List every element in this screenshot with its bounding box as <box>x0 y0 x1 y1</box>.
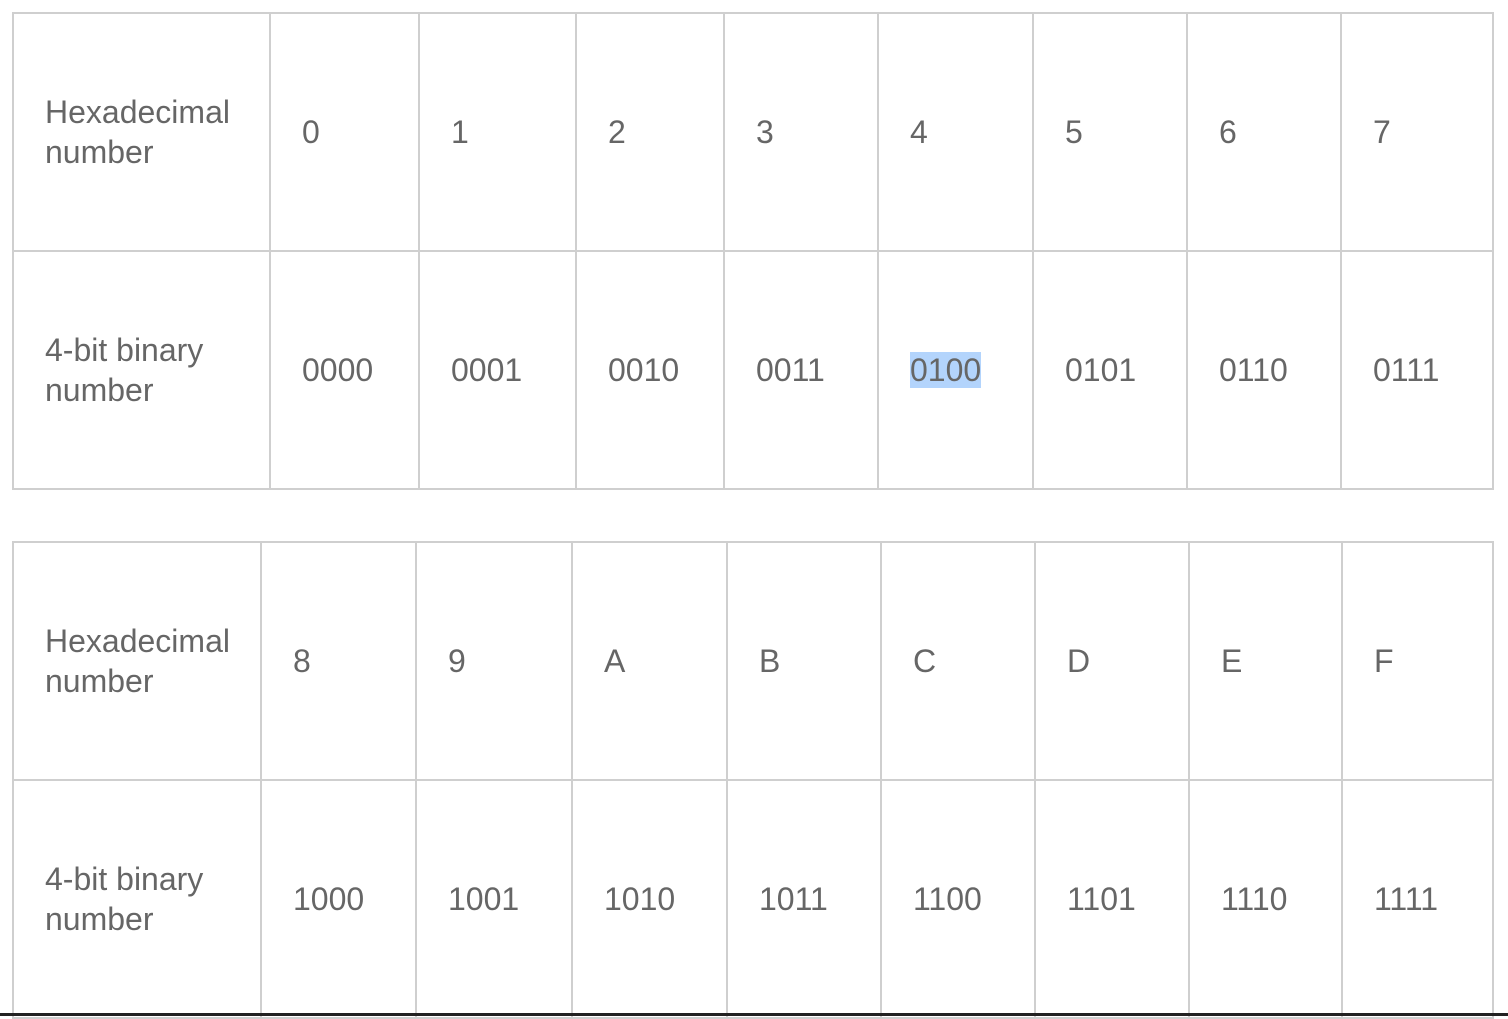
binary-cell: 1101 <box>1034 779 1190 1019</box>
hex-row: Hexadecimal number 0 1 2 3 4 5 6 7 <box>12 12 1494 252</box>
hex-cell: F <box>1341 541 1494 781</box>
binary-row: 4-bit binary number 1000 1001 1010 1011 … <box>12 779 1494 1019</box>
hex-row-label: Hexadecimal number <box>12 541 262 781</box>
hex-cell: 9 <box>415 541 573 781</box>
hex-cell: 3 <box>723 12 879 252</box>
hex-cell: A <box>571 541 728 781</box>
hex-cell: 5 <box>1032 12 1188 252</box>
selected-text[interactable]: 0100 <box>910 352 982 388</box>
hex-cell: C <box>880 541 1036 781</box>
binary-cell: 1111 <box>1341 779 1494 1019</box>
hex-binary-table-8-f: Hexadecimal number 8 9 A B C D E F 4-bit… <box>12 541 1494 1019</box>
hex-binary-table-0-7: Hexadecimal number 0 1 2 3 4 5 6 7 4-bit… <box>12 12 1494 490</box>
binary-cell: 1000 <box>260 779 417 1019</box>
hex-row: Hexadecimal number 8 9 A B C D E F <box>12 541 1494 781</box>
hex-cell: D <box>1034 541 1190 781</box>
hex-cell: B <box>726 541 882 781</box>
hex-cell: 7 <box>1340 12 1494 252</box>
hex-cell: 1 <box>418 12 577 252</box>
binary-cell: 0110 <box>1186 250 1342 490</box>
binary-cell: 0011 <box>723 250 879 490</box>
binary-cell: 1011 <box>726 779 882 1019</box>
binary-row-label: 4-bit binary number <box>12 250 271 490</box>
binary-cell: 0000 <box>269 250 420 490</box>
binary-cell: 1001 <box>415 779 573 1019</box>
binary-row-label: 4-bit binary number <box>12 779 262 1019</box>
binary-cell: 0111 <box>1340 250 1494 490</box>
binary-cell: 0001 <box>418 250 577 490</box>
binary-cell: 1100 <box>880 779 1036 1019</box>
hex-cell: 4 <box>877 12 1034 252</box>
hex-cell: 8 <box>260 541 417 781</box>
hex-cell: E <box>1188 541 1343 781</box>
hex-row-label: Hexadecimal number <box>12 12 271 252</box>
hex-cell: 0 <box>269 12 420 252</box>
binary-cell-selected[interactable]: 0100 <box>877 250 1034 490</box>
hex-cell: 6 <box>1186 12 1342 252</box>
binary-cell: 0010 <box>575 250 725 490</box>
binary-cell: 1010 <box>571 779 728 1019</box>
binary-row: 4-bit binary number 0000 0001 0010 0011 … <box>12 250 1494 490</box>
binary-cell: 1110 <box>1188 779 1343 1019</box>
hex-cell: 2 <box>575 12 725 252</box>
binary-cell: 0101 <box>1032 250 1188 490</box>
